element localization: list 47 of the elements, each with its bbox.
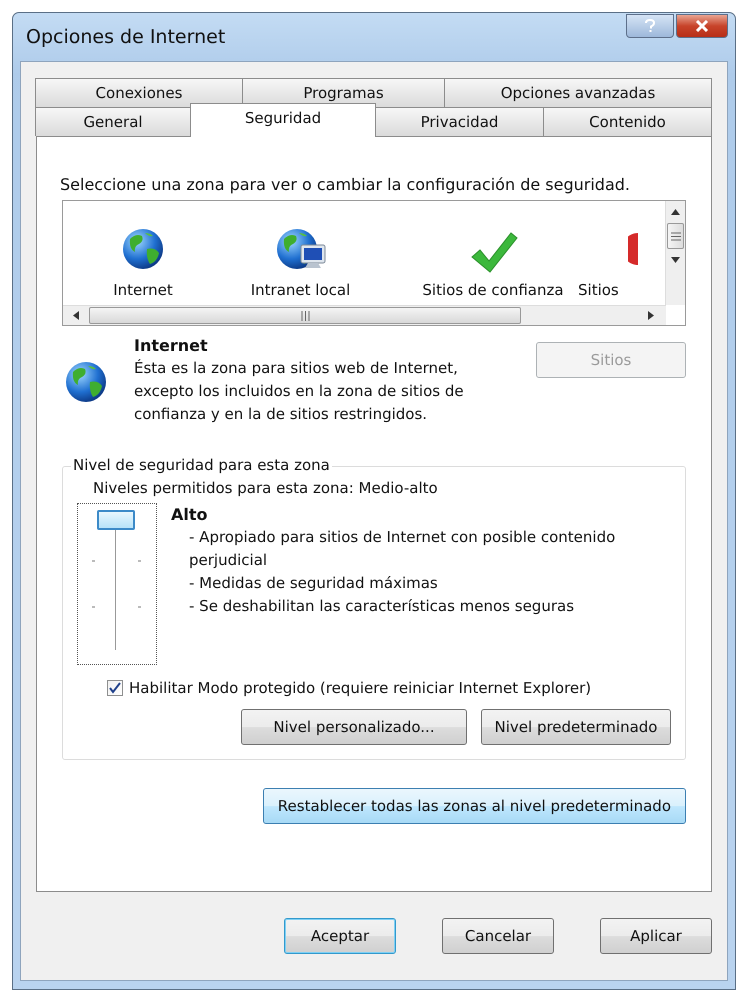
grip-icon	[300, 310, 310, 320]
question-mark-icon	[644, 19, 656, 33]
help-button[interactable]	[626, 14, 674, 38]
close-button[interactable]	[676, 14, 728, 38]
level-button[interactable]: Nivel predeterminado	[481, 709, 671, 745]
level-slider[interactable]	[77, 503, 157, 665]
globe-icon	[121, 227, 165, 271]
zone-item[interactable]: Sitios	[578, 281, 619, 299]
tab[interactable]: General	[35, 107, 191, 136]
dialog-button[interactable]: Aplicar	[600, 918, 712, 954]
slider-thumb[interactable]	[97, 510, 135, 530]
up-arrow-icon	[671, 209, 680, 215]
down-arrow-icon	[671, 257, 680, 263]
level-description: - Se deshabilitan las características menos seguras	[188, 596, 576, 617]
dialog-button[interactable]: Aceptar	[284, 918, 396, 954]
right-arrow-icon	[648, 311, 654, 320]
zone-item[interactable]: Internet	[113, 281, 173, 299]
reset-button[interactable]: Restablecer todas las zonas al nivel predeterminado	[262, 788, 686, 824]
zone-title: Internet	[134, 336, 209, 355]
checkmark-icon	[109, 682, 121, 694]
tab[interactable]: Programas	[242, 78, 445, 107]
dialog-button[interactable]: Cancelar	[442, 918, 554, 954]
zone-description: Ésta es la zona para sitios web de Internet, excepto los incluidos en la zona de sitios de confianza y en la de sitios restringidos.	[134, 358, 465, 425]
level-button[interactable]: Nivel personalizado...	[241, 709, 467, 745]
grip-icon	[670, 232, 680, 240]
zone-item[interactable]: Intranet local	[250, 281, 350, 299]
level-name: Alto	[171, 504, 209, 526]
tab[interactable]: Seguridad	[190, 103, 376, 137]
instruction-text: Seleccione una zona para ver o cambiar la configuración de seguridad.	[60, 175, 631, 194]
globe-monitor-icon	[274, 227, 326, 271]
tab[interactable]: Opciones avanzadas	[444, 78, 712, 107]
tab[interactable]: Privacidad	[375, 107, 544, 136]
close-icon	[695, 20, 709, 32]
globe-icon	[64, 360, 108, 404]
tab[interactable]: Contenido	[543, 107, 712, 136]
tab[interactable]: Conexiones	[35, 78, 243, 107]
window-title: Opciones de Internet	[26, 26, 226, 48]
vertical-scrollbar[interactable]	[665, 201, 685, 305]
horizontal-scrollbar[interactable]	[63, 305, 666, 325]
level-description: - Apropiado para sitios de Internet con posible contenido perjudicial	[188, 527, 616, 571]
checkbox[interactable]	[107, 680, 123, 696]
allowed-levels-text: Niveles permitidos para esta zona: Medio-alto	[93, 479, 439, 497]
level-description: - Medidas de seguridad máximas	[188, 573, 439, 594]
left-arrow-icon	[73, 311, 79, 320]
checkbox-label[interactable]: Habilitar Modo protegido (requiere reiniciar Internet Explorer)	[129, 679, 592, 697]
zone-item[interactable]: Sitios de confianza	[422, 281, 564, 299]
group-label: Nivel de seguridad para esta zona	[71, 456, 332, 474]
